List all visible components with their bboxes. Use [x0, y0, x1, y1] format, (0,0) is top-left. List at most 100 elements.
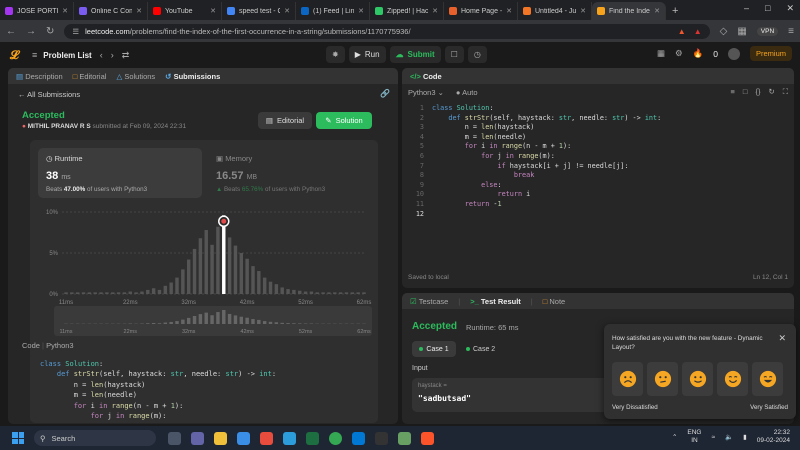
chart-bar[interactable] [157, 289, 162, 294]
chart-bar[interactable] [175, 277, 179, 294]
chart-bar[interactable] [222, 215, 226, 294]
browser-tab[interactable]: YouTube ✕ [148, 2, 222, 20]
rating-very-dissatisfied[interactable] [612, 362, 643, 396]
chart-bar[interactable] [251, 266, 255, 294]
chart-bar[interactable] [134, 292, 138, 294]
tab-editorial[interactable]: □ Editorial [73, 72, 107, 81]
wifi-icon[interactable]: ≈ [712, 434, 716, 441]
runtime-card[interactable]: ◷ Runtime 38 ms Beats 47.00% of users wi… [38, 148, 202, 198]
close-window-icon[interactable]: ✕ [786, 3, 794, 14]
chart-bar[interactable] [227, 237, 232, 294]
chart-bar[interactable] [338, 292, 343, 294]
tab-submissions[interactable]: ↺ Submissions [165, 72, 220, 81]
memory-card[interactable]: ▣ Memory 16.57 MB ▲ Beats 65.76% of user… [210, 148, 370, 198]
close-tab-icon[interactable]: ✕ [284, 7, 290, 15]
chart-bar[interactable] [93, 292, 97, 294]
close-tab-icon[interactable]: ✕ [136, 7, 142, 15]
share-link-icon[interactable]: 🔗 [380, 89, 390, 98]
office-icon[interactable] [260, 431, 273, 445]
prev-problem-icon[interactable]: ‹ [100, 50, 103, 60]
chart-bar[interactable] [333, 292, 337, 294]
settings-gear-icon[interactable]: ⚙ [675, 48, 683, 59]
tab-testcase[interactable]: ☑ Testcase [410, 297, 448, 306]
chart-bar[interactable] [169, 282, 173, 294]
reload-icon[interactable]: ↻ [46, 26, 54, 37]
close-tab-icon[interactable]: ✕ [580, 7, 586, 15]
chart-bar[interactable] [350, 292, 355, 294]
tab-description[interactable]: ▤ Description [16, 72, 63, 81]
chart-bar[interactable] [321, 292, 325, 294]
chart-bar[interactable] [274, 284, 279, 294]
teams-icon[interactable] [191, 431, 204, 445]
back-icon[interactable]: ← [6, 26, 16, 37]
close-tab-icon[interactable]: ✕ [210, 7, 216, 15]
debug-button[interactable]: ✸ [326, 46, 345, 63]
chart-bar[interactable] [192, 248, 197, 294]
clock[interactable]: 22:32 09-02-2024 [757, 429, 790, 445]
chrome-icon[interactable] [329, 431, 342, 445]
chart-bar[interactable] [64, 292, 68, 294]
notes-button[interactable]: ☐ [444, 46, 464, 63]
tray-overflow-icon[interactable]: ⌃ [672, 433, 677, 441]
bookmark-icon[interactable]: □ [743, 87, 748, 97]
chart-bar[interactable] [81, 292, 86, 294]
chart-bar[interactable] [356, 292, 360, 294]
new-tab-button[interactable]: + [672, 2, 678, 20]
close-tab-icon[interactable]: ✕ [506, 7, 512, 15]
chart-bar[interactable] [140, 291, 144, 294]
minimize-icon[interactable]: – [744, 3, 749, 14]
rating-satisfied[interactable] [717, 362, 748, 396]
chart-bar[interactable] [280, 287, 284, 294]
chart-bar[interactable] [268, 281, 273, 294]
chart-bar[interactable] [303, 291, 308, 294]
leetcode-logo-icon[interactable]: 𝓛 [10, 49, 22, 61]
tab-note[interactable]: □ Note [543, 297, 565, 306]
file-explorer-icon[interactable] [214, 431, 227, 445]
close-tab-icon[interactable]: ✕ [432, 7, 438, 15]
chart-bar[interactable] [163, 285, 168, 294]
chart-bar[interactable] [245, 258, 249, 294]
case-1-tab[interactable]: Case 1 [412, 341, 456, 357]
excel-icon[interactable] [306, 431, 319, 445]
avatar[interactable] [727, 47, 740, 60]
close-tab-icon[interactable]: ✕ [358, 7, 364, 15]
author-name[interactable]: MITHIL PRANAV R S [28, 123, 91, 130]
chart-bar[interactable] [99, 292, 103, 294]
close-survey-icon[interactable]: ✕ [778, 333, 786, 344]
rating-neutral[interactable] [682, 362, 713, 396]
chart-bar[interactable] [233, 245, 238, 294]
run-button[interactable]: ▶ Run [348, 46, 386, 63]
coins-count[interactable]: 0 [713, 49, 718, 59]
layout-icon[interactable]: ▦ [657, 48, 665, 59]
brave-rewards-icon[interactable]: ▲ [694, 27, 702, 36]
chart-bar[interactable] [186, 259, 191, 294]
task-view-icon[interactable] [168, 431, 181, 445]
brave-icon[interactable] [421, 431, 434, 445]
chart-bar[interactable] [146, 289, 150, 294]
streak-icon[interactable]: 🔥 [693, 48, 704, 59]
chart-bar[interactable] [75, 292, 80, 294]
sidebar-icon[interactable]: ▦ [737, 26, 746, 37]
chart-bar[interactable] [286, 289, 290, 294]
chart-bar[interactable] [111, 292, 115, 294]
chart-bar[interactable] [204, 230, 208, 294]
chart-bar[interactable] [151, 288, 156, 294]
braces-icon[interactable]: {} [755, 87, 760, 97]
all-submissions-link[interactable]: ← All Submissions [18, 90, 80, 99]
format-icon[interactable]: ≡ [731, 87, 735, 97]
browser-tab[interactable]: speed test - Goog ✕ [222, 2, 296, 20]
rating-dissatisfied[interactable] [647, 362, 678, 396]
chart-bar[interactable] [87, 292, 92, 294]
forward-icon[interactable]: → [26, 26, 36, 37]
taskbar-search[interactable]: ⚲ Search [34, 430, 156, 446]
submit-button[interactable]: ☁ Submit [389, 46, 441, 63]
brave-shield-icon[interactable]: ▲ [678, 27, 686, 36]
chart-bar[interactable] [327, 292, 331, 294]
chart-bar[interactable] [362, 292, 366, 294]
code-editor[interactable]: 1 class Solution: 2 def strStr(self, hayst… [402, 104, 794, 244]
problem-list-icon[interactable]: ≡ [32, 50, 37, 60]
chart-bar[interactable] [257, 271, 261, 294]
chart-bar[interactable] [116, 292, 121, 294]
editorial-button[interactable]: ▤ Editorial [258, 112, 312, 129]
fullscreen-icon[interactable]: ⛶ [783, 87, 788, 97]
